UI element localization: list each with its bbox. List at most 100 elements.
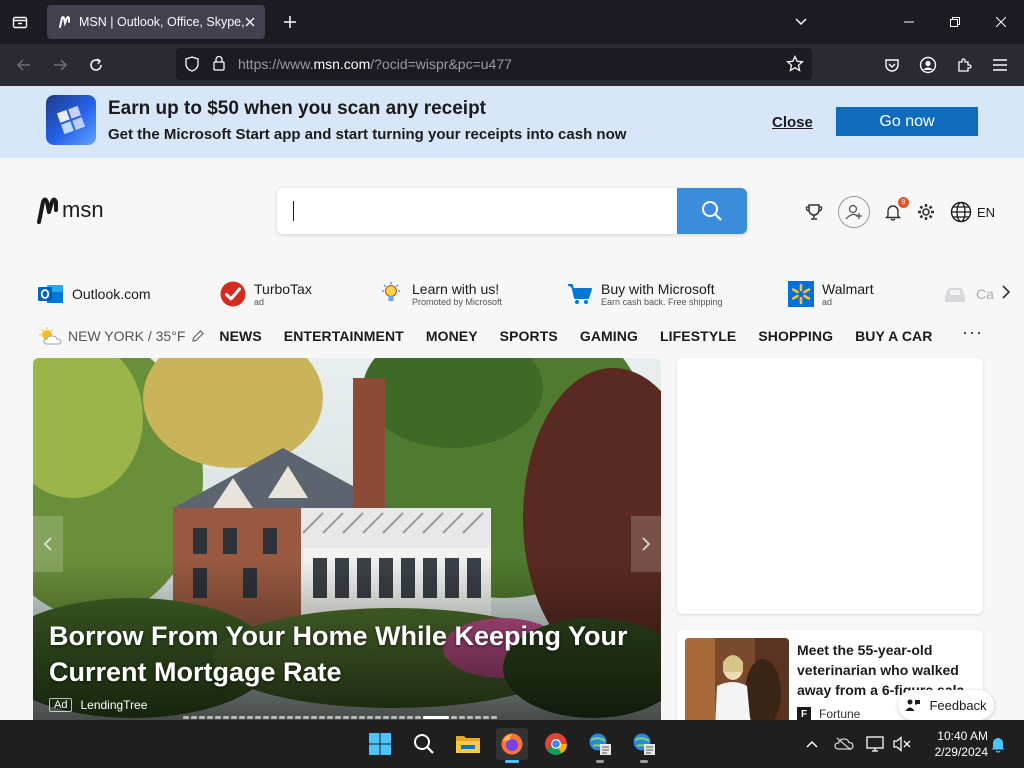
- quick-link-cars[interactable]: Ca: [942, 276, 994, 312]
- carousel-dot[interactable]: [255, 716, 261, 719]
- nav-item-money[interactable]: MONEY: [426, 328, 478, 344]
- carousel-dot[interactable]: [303, 716, 309, 719]
- taskbar-firefox[interactable]: [496, 728, 528, 763]
- carousel-dot[interactable]: [239, 716, 245, 719]
- url-text[interactable]: https://www.msn.com/?ocid=wispr&pc=u477: [238, 56, 512, 72]
- pocket-button[interactable]: [880, 53, 904, 77]
- hero-headline[interactable]: Borrow From Your Home While Keeping Your…: [49, 618, 649, 690]
- carousel-dot[interactable]: [335, 716, 341, 719]
- nav-item-shopping[interactable]: SHOPPING: [758, 328, 833, 344]
- tab-close-icon[interactable]: [241, 13, 259, 31]
- quick-links-next-button[interactable]: [996, 280, 1016, 304]
- forward-button[interactable]: [48, 53, 72, 77]
- carousel-dot[interactable]: [183, 716, 189, 719]
- nav-item-entertainment[interactable]: ENTERTAINMENT: [284, 328, 404, 344]
- carousel-dot[interactable]: [351, 716, 357, 719]
- carousel-dot[interactable]: [199, 716, 205, 719]
- carousel-dot[interactable]: [407, 716, 413, 719]
- carousel-dot[interactable]: [359, 716, 365, 719]
- carousel-dot[interactable]: [459, 716, 465, 719]
- carousel-dot[interactable]: [319, 716, 325, 719]
- carousel-dot[interactable]: [191, 716, 197, 719]
- show-hidden-icons-button[interactable]: [800, 732, 824, 756]
- list-all-tabs-button[interactable]: [776, 0, 826, 44]
- carousel-dot[interactable]: [247, 716, 253, 719]
- menu-button[interactable]: [988, 53, 1012, 77]
- tracking-protection-shield-icon[interactable]: [185, 56, 199, 77]
- language-label[interactable]: EN: [977, 205, 995, 220]
- extensions-button[interactable]: [952, 53, 976, 77]
- taskbar-web-app-1[interactable]: [584, 728, 616, 763]
- nav-more-button[interactable]: ···: [962, 322, 983, 343]
- tab-list-button[interactable]: [8, 10, 32, 34]
- language-globe-icon[interactable]: [949, 200, 973, 224]
- nav-item-news[interactable]: NEWS: [219, 328, 261, 344]
- back-button[interactable]: [12, 53, 36, 77]
- quick-link-walmart[interactable]: Walmart ad: [788, 276, 874, 312]
- search-box[interactable]: [277, 188, 747, 234]
- carousel-dot[interactable]: [343, 716, 349, 719]
- search-input[interactable]: [293, 201, 294, 221]
- rewards-trophy-icon[interactable]: [804, 202, 824, 222]
- carousel-dot[interactable]: [415, 716, 421, 719]
- carousel-pagination[interactable]: [183, 716, 499, 719]
- taskbar-web-app-2[interactable]: [628, 728, 660, 763]
- carousel-dot[interactable]: [483, 716, 489, 719]
- carousel-dot-active[interactable]: [423, 716, 449, 719]
- settings-gear-icon[interactable]: [916, 202, 936, 222]
- quick-link-turbotax[interactable]: TurboTax ad: [220, 276, 312, 312]
- system-clock[interactable]: 10:40 AM 2/29/2024: [916, 728, 988, 760]
- carousel-dot[interactable]: [279, 716, 285, 719]
- display-tray-icon[interactable]: [864, 732, 888, 756]
- carousel-dot[interactable]: [311, 716, 317, 719]
- carousel-dot[interactable]: [391, 716, 397, 719]
- search-button[interactable]: [677, 188, 747, 234]
- go-now-button[interactable]: Go now: [836, 107, 978, 136]
- weather-widget[interactable]: NEW YORK / 35°F: [38, 326, 205, 346]
- nav-item-sports[interactable]: SPORTS: [500, 328, 558, 344]
- edit-pencil-icon[interactable]: [191, 329, 205, 343]
- taskbar-chrome[interactable]: [540, 728, 572, 760]
- reload-button[interactable]: [84, 53, 108, 77]
- carousel-dot[interactable]: [367, 716, 373, 719]
- notification-center-bell-icon[interactable]: [986, 732, 1010, 756]
- quick-link-outlook[interactable]: Outlook.com: [38, 276, 151, 312]
- new-tab-button[interactable]: [278, 10, 302, 34]
- address-bar[interactable]: https://www.msn.com/?ocid=wispr&pc=u477: [176, 48, 812, 80]
- nav-item-buy-a-car[interactable]: BUY A CAR: [855, 328, 932, 344]
- taskbar-file-explorer[interactable]: [452, 728, 484, 760]
- bookmark-star-icon[interactable]: [786, 54, 804, 78]
- hero-carousel[interactable]: Borrow From Your Home While Keeping Your…: [33, 358, 661, 720]
- promo-close-link[interactable]: Close: [772, 114, 813, 131]
- onedrive-tray-icon[interactable]: [832, 732, 856, 756]
- close-window-button[interactable]: [978, 0, 1024, 44]
- carousel-dot[interactable]: [223, 716, 229, 719]
- carousel-dot[interactable]: [207, 716, 213, 719]
- carousel-dot[interactable]: [383, 716, 389, 719]
- carousel-dot[interactable]: [295, 716, 301, 719]
- restore-button[interactable]: [932, 0, 978, 44]
- msn-logo[interactable]: msn: [36, 196, 104, 224]
- nav-item-gaming[interactable]: GAMING: [580, 328, 638, 344]
- carousel-dot[interactable]: [399, 716, 405, 719]
- carousel-dot[interactable]: [231, 716, 237, 719]
- profile-sign-in-button[interactable]: [838, 196, 870, 228]
- quick-link-learn[interactable]: Learn with us! Promoted by Microsoft: [378, 276, 502, 312]
- lock-icon[interactable]: [212, 55, 226, 76]
- carousel-dot[interactable]: [475, 716, 481, 719]
- hero-next-button[interactable]: [631, 516, 661, 572]
- taskbar-search-button[interactable]: [408, 728, 440, 760]
- quick-link-buy-with-microsoft[interactable]: Buy with Microsoft Earn cash back. Free s…: [567, 276, 723, 312]
- carousel-dot[interactable]: [491, 716, 497, 719]
- carousel-dot[interactable]: [327, 716, 333, 719]
- account-button[interactable]: [916, 53, 940, 77]
- carousel-dot[interactable]: [215, 716, 221, 719]
- carousel-dot[interactable]: [375, 716, 381, 719]
- carousel-dot[interactable]: [451, 716, 457, 719]
- carousel-dot[interactable]: [467, 716, 473, 719]
- feedback-button[interactable]: Feedback: [898, 690, 994, 720]
- volume-muted-icon[interactable]: [890, 732, 914, 756]
- carousel-dot[interactable]: [263, 716, 269, 719]
- windows-start-button[interactable]: [364, 728, 396, 760]
- browser-tab-active[interactable]: MSN | Outlook, Office, Skype, Bing, Brea…: [47, 5, 265, 39]
